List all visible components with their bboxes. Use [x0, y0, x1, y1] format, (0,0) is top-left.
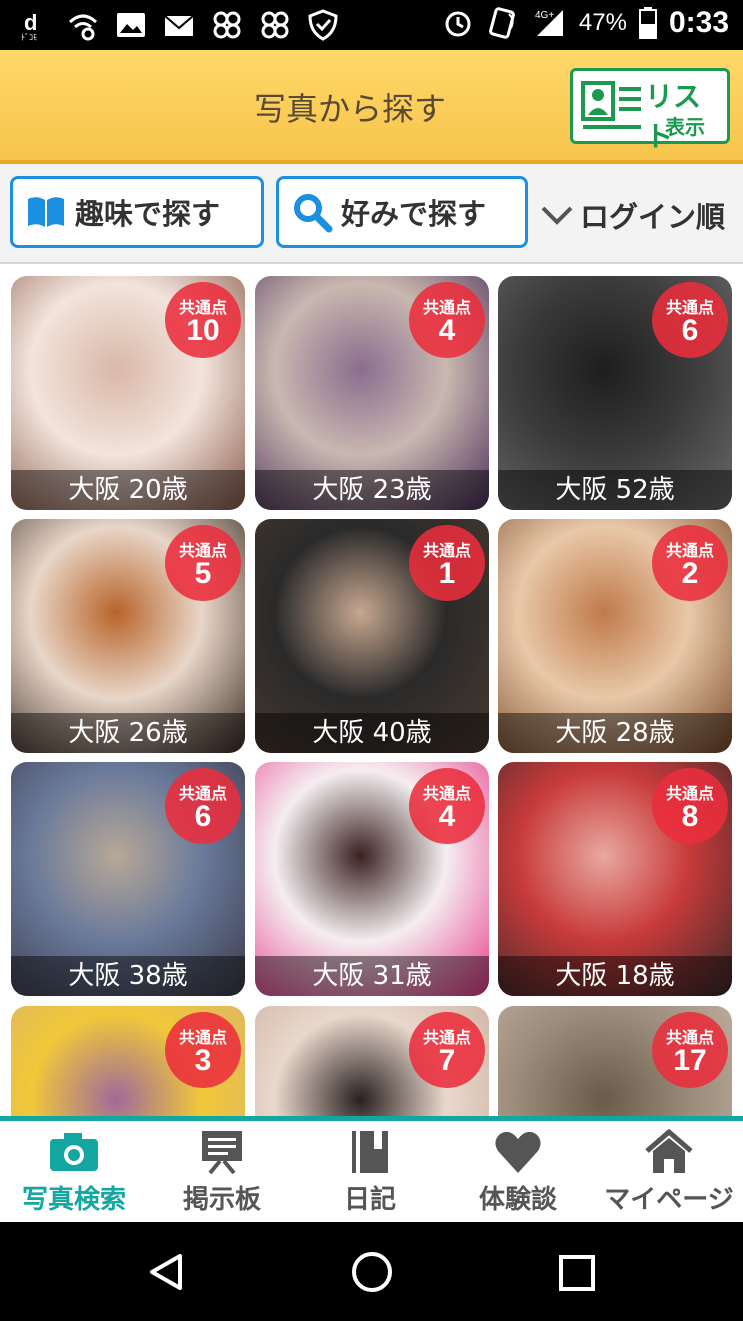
battery-percent: 47%: [578, 9, 627, 36]
profile-card[interactable]: 共通点 4 大阪 23歳: [255, 276, 489, 510]
profile-caption: 大阪 40歳: [255, 713, 489, 753]
list-view-sublabel: 表示: [665, 115, 705, 139]
preference-search-label: 好みで探す: [341, 197, 487, 231]
tab-label: 写真検索: [21, 1185, 126, 1215]
common-points-count: 6: [194, 800, 212, 833]
tab-experiences[interactable]: 体験談: [444, 1129, 592, 1216]
common-points-count: 4: [438, 314, 456, 347]
common-points-badge: 共通点 17: [652, 1012, 728, 1088]
sort-dropdown[interactable]: ログイン順: [540, 194, 725, 236]
image-icon: [117, 13, 145, 37]
common-points-count: 5: [194, 557, 212, 590]
docomo-icon: dﾄﾞｺﾓ: [21, 10, 37, 42]
profile-card[interactable]: 共通点 2 大阪 28歳: [498, 519, 732, 753]
common-points-badge: 共通点 6: [652, 282, 728, 358]
board-icon: [202, 1131, 242, 1175]
profile-card[interactable]: 共通点 8 大阪 18歳: [498, 762, 732, 996]
common-points-badge: 共通点 4: [409, 282, 485, 358]
tab-label: 体験談: [478, 1185, 557, 1215]
status-icons-right: 4G+ 47% 0:33: [441, 6, 729, 40]
clock: 0:33: [668, 6, 729, 39]
tab-label: 掲示板: [182, 1185, 261, 1215]
svg-text:d: d: [24, 10, 37, 35]
alarm-icon: [445, 11, 471, 37]
battery-icon: [638, 7, 657, 39]
common-points-count: 7: [438, 1044, 456, 1077]
profile-card[interactable]: 共通点 1 大阪 40歳: [255, 519, 489, 753]
tab-board[interactable]: 掲示板: [148, 1129, 296, 1216]
profile-caption: 大阪 38歳: [11, 956, 245, 996]
common-points-badge: 共通点 3: [165, 1012, 241, 1088]
recents-icon[interactable]: [558, 1254, 596, 1292]
home-icon: [645, 1129, 693, 1173]
hobby-search-label: 趣味で探す: [75, 197, 221, 231]
mail-icon: [164, 15, 194, 36]
chevron-down-icon: [541, 206, 573, 225]
common-points-count: 1: [438, 557, 456, 590]
profile-card[interactable]: 共通点 5 大阪 26歳: [11, 519, 245, 753]
profile-caption: 大阪 20歳: [11, 470, 245, 510]
diary-icon: [352, 1131, 388, 1173]
tab-diary[interactable]: 日記: [296, 1129, 444, 1216]
common-points-count: 8: [681, 800, 699, 833]
common-points-count: 3: [194, 1044, 212, 1077]
heart-icon: [495, 1131, 541, 1173]
common-points-count: 6: [681, 314, 699, 347]
profile-caption: 大阪 52歳: [498, 470, 732, 510]
common-points-badge: 共通点 4: [409, 768, 485, 844]
search-icon: [294, 194, 333, 233]
wifi-settings-icon: [68, 14, 98, 41]
profile-card[interactable]: 共通点 17: [498, 1006, 732, 1116]
camera-icon: [50, 1133, 98, 1171]
preference-search-button[interactable]: 好みで探す: [276, 176, 528, 248]
profile-caption: 大阪 18歳: [498, 956, 732, 996]
android-nav-bar: [0, 1222, 743, 1321]
sort-label: ログイン順: [580, 200, 726, 234]
bottom-tab-bar: 写真検索 掲示板 日記 体験談 マイページ: [0, 1116, 743, 1222]
list-view-button[interactable]: リスト 表示: [570, 68, 730, 153]
signal-icon: 4G+: [535, 10, 563, 36]
tab-photo-search[interactable]: 写真検索: [0, 1129, 148, 1216]
status-icons-left: d ﾄﾞｺﾓ: [18, 8, 340, 42]
nfc-icon: [489, 7, 515, 39]
common-points-badge: 共通点 2: [652, 525, 728, 601]
svg-text:ﾄﾞｺﾓ: ﾄﾞｺﾓ: [21, 33, 37, 42]
shield-icon: [308, 9, 338, 41]
common-points-count: 10: [186, 314, 220, 347]
profile-caption: 大阪 31歳: [255, 956, 489, 996]
common-points-badge: 共通点 1: [409, 525, 485, 601]
home-button-icon[interactable]: [350, 1250, 394, 1294]
profile-card[interactable]: 共通点 4 大阪 31歳: [255, 762, 489, 996]
app-header: 写真から探す リスト 表示: [0, 50, 743, 164]
common-points-count: 2: [681, 557, 699, 590]
tab-my-page[interactable]: マイページ: [595, 1129, 743, 1216]
common-points-badge: 共通点 5: [165, 525, 241, 601]
common-points-count: 17: [673, 1044, 707, 1077]
profile-card[interactable]: 共通点 6 大阪 38歳: [11, 762, 245, 996]
tab-label: マイページ: [604, 1185, 734, 1215]
list-view-icon: [581, 81, 641, 129]
profile-card[interactable]: 共通点 7: [255, 1006, 489, 1116]
profile-caption: 大阪 23歳: [255, 470, 489, 510]
common-points-count: 4: [438, 800, 456, 833]
svg-text:4G+: 4G+: [535, 10, 554, 21]
common-points-badge: 共通点 7: [409, 1012, 485, 1088]
app-icon: [213, 11, 241, 39]
filter-bar: 趣味で探す 好みで探す ログイン順: [0, 164, 743, 264]
app-icon: [261, 11, 289, 39]
profile-card[interactable]: 共通点 3: [11, 1006, 245, 1116]
book-icon: [28, 197, 64, 227]
photo-grid: 共通点 10 大阪 20歳 共通点 4 大阪 23歳 共通点 6 大阪 52歳 共通点 5 大阪 26…: [0, 264, 743, 1116]
profile-caption: 大阪 26歳: [11, 713, 245, 753]
common-points-badge: 共通点 6: [165, 768, 241, 844]
common-points-badge: 共通点 10: [165, 282, 241, 358]
profile-card[interactable]: 共通点 6 大阪 52歳: [498, 276, 732, 510]
profile-card[interactable]: 共通点 10 大阪 20歳: [11, 276, 245, 510]
back-icon[interactable]: [146, 1252, 186, 1292]
tab-label: 日記: [343, 1185, 396, 1215]
status-bar: d ﾄﾞｺﾓ 4G+ 47% 0:33: [0, 0, 743, 50]
hobby-search-button[interactable]: 趣味で探す: [10, 176, 264, 248]
common-points-badge: 共通点 8: [652, 768, 728, 844]
profile-caption: 大阪 28歳: [498, 713, 732, 753]
